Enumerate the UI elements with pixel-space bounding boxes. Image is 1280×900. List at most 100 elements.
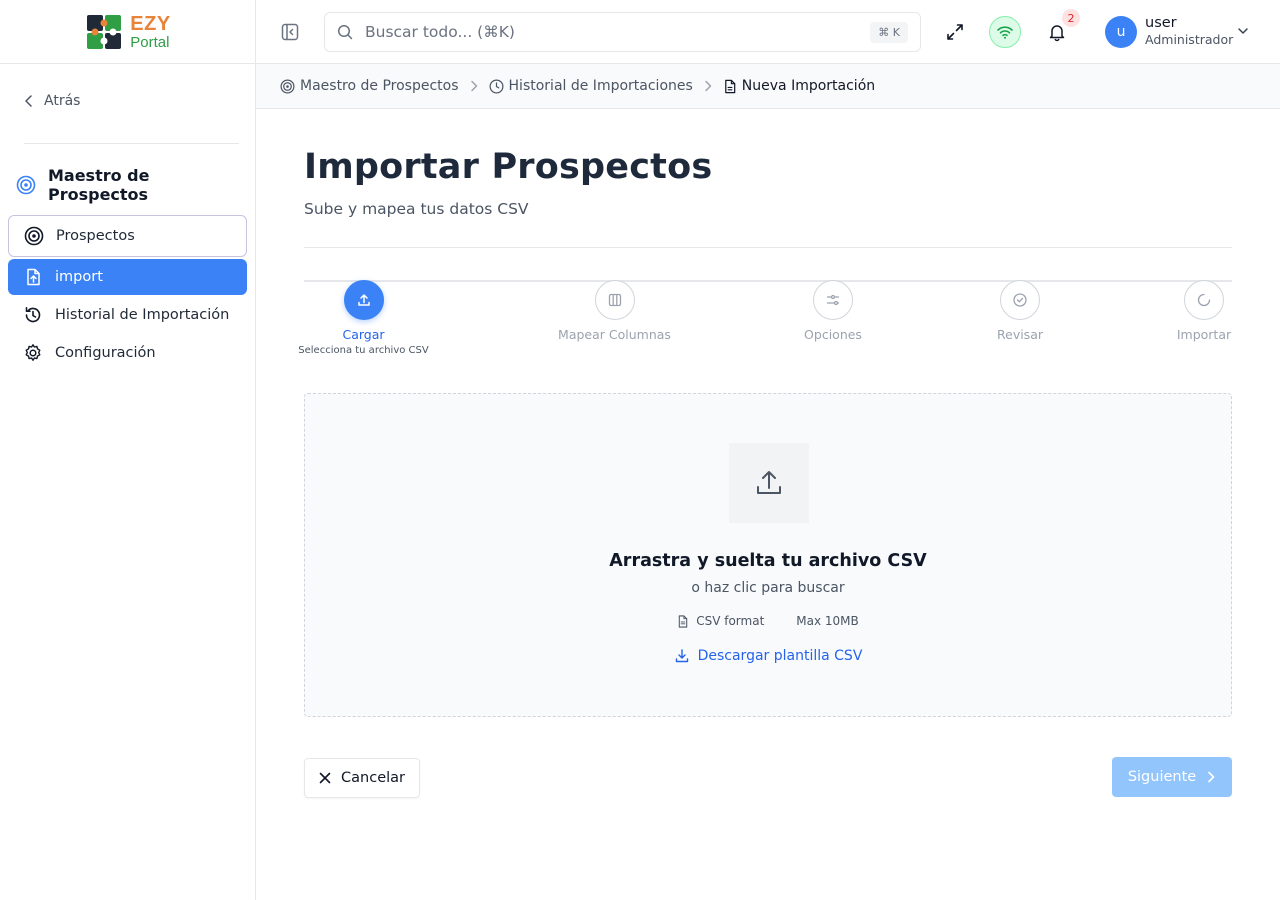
dropzone-subtitle: o haz clic para buscar — [691, 580, 845, 596]
module-title-text: Maestro de Prospectos — [47, 166, 150, 204]
step-label: Revisar — [997, 327, 1043, 342]
gear-icon — [25, 344, 41, 361]
size-label: Max 10MB — [796, 614, 859, 628]
chevron-left-icon — [25, 95, 32, 107]
history-icon — [25, 307, 41, 323]
search-icon — [337, 24, 353, 40]
chevron-down-icon[interactable] — [1236, 24, 1250, 38]
sidebar-item-label: Historial de Importación — [55, 307, 230, 323]
download-template-label: Descargar plantilla CSV — [697, 648, 863, 664]
connection-status[interactable] — [989, 16, 1021, 48]
step-mapear-columnas[interactable]: Mapear Columnas — [552, 280, 677, 342]
dropzone-title: Arrastra y suelta tu archivo CSV — [609, 551, 927, 571]
sliders-icon — [826, 294, 840, 306]
app-logo[interactable]: EZY Portal — [84, 12, 170, 52]
file-icon — [678, 614, 688, 628]
step-circle — [343, 280, 384, 320]
breadcrumb-label: Maestro de Prospectos — [300, 78, 459, 94]
sidebar-item-prospectos[interactable]: Prospectos — [8, 215, 247, 257]
logo-ezy-text: EZY — [130, 12, 171, 35]
sidebar-item-label: Prospectos — [56, 228, 135, 244]
global-search[interactable]: Buscar todo... (⌘K) ⌘ K — [324, 12, 921, 52]
back-label: Atrás — [44, 93, 81, 109]
target-icon — [280, 79, 295, 93]
wifi-icon — [997, 26, 1013, 39]
csv-dropzone[interactable]: Arrastra y suelta tu archivo CSV o haz c… — [304, 393, 1232, 717]
dropzone-icon-box — [729, 443, 809, 523]
breadcrumb-item-historial[interactable]: Historial de Importaciones — [489, 78, 693, 94]
step-circle — [1000, 280, 1040, 320]
size-info: Max 10MB — [796, 614, 858, 628]
avatar[interactable]: u — [1105, 16, 1137, 48]
upload-icon — [757, 471, 781, 494]
file-icon — [724, 79, 736, 93]
target-icon — [16, 175, 36, 195]
search-input[interactable]: Buscar todo... (⌘K) — [365, 23, 870, 41]
step-revisar[interactable]: Revisar — [992, 280, 1048, 342]
step-cargar[interactable]: Cargar Selecciona tu archivo CSV — [298, 280, 429, 356]
loader-icon — [1197, 293, 1211, 307]
breadcrumb-item-maestro[interactable]: Maestro de Prospectos — [280, 78, 459, 94]
chevron-right-icon — [703, 80, 713, 92]
chevron-right-icon — [469, 80, 479, 92]
top-header: Buscar todo... (⌘K) ⌘ K 2 u user Adminis… — [256, 0, 1280, 64]
user-menu[interactable]: user Administrador — [1145, 15, 1233, 47]
sidebar-nav: Prospectos import Historial de Importaci… — [8, 215, 247, 373]
step-label: Cargar — [342, 327, 385, 342]
header-divider — [304, 247, 1232, 248]
user-role: Administrador — [1145, 32, 1234, 48]
format-label: CSV format — [696, 614, 765, 628]
file-upload-icon — [27, 268, 40, 286]
sidebar-item-label: import — [55, 269, 103, 285]
sidebar-divider — [24, 143, 239, 144]
step-description: Selecciona tu archivo CSV — [298, 345, 429, 356]
bell-icon[interactable] — [1047, 22, 1067, 42]
cancel-label: Cancelar — [341, 770, 405, 786]
search-shortcut-badge: ⌘ K — [870, 21, 908, 43]
step-label: Mapear Columnas — [558, 327, 671, 342]
sidebar-item-label: Configuración — [55, 345, 156, 361]
next-button[interactable]: Siguiente — [1112, 757, 1232, 797]
sidebar-toggle-icon[interactable] — [280, 22, 300, 42]
dropzone-meta: CSV format Max 10MB — [305, 614, 1231, 628]
step-circle — [813, 280, 853, 320]
back-link[interactable]: Atrás — [24, 93, 80, 109]
cancel-button[interactable]: Cancelar — [304, 758, 420, 798]
step-circle — [594, 280, 635, 320]
sidebar-item-configuracion[interactable]: Configuración — [8, 335, 247, 371]
step-label: Importar — [1176, 327, 1232, 342]
download-template-link[interactable]: Descargar plantilla CSV — [305, 648, 1231, 664]
download-icon — [675, 649, 688, 663]
import-stepper: Cargar Selecciona tu archivo CSV Mapear … — [298, 280, 1232, 370]
chevron-right-icon — [1208, 771, 1215, 783]
columns-icon — [608, 293, 621, 307]
puzzle-logo-icon — [87, 14, 122, 49]
module-title: Maestro de Prospectos — [16, 166, 255, 204]
breadcrumb-label: Nueva Importación — [741, 78, 876, 94]
breadcrumb-item-current: Nueva Importación — [723, 78, 875, 94]
page-subtitle: Sube y mapea tus datos CSV — [304, 200, 529, 218]
sidebar-item-import[interactable]: import — [8, 259, 247, 295]
stepper-track — [304, 280, 1232, 282]
close-icon — [319, 772, 331, 784]
next-label: Siguiente — [1127, 769, 1197, 785]
clock-icon — [489, 79, 504, 93]
breadcrumb-label: Historial de Importaciones — [508, 78, 693, 94]
step-label: Opciones — [804, 327, 862, 342]
step-importar[interactable]: Importar — [1176, 280, 1232, 342]
notification-count-badge: 2 — [1062, 9, 1080, 27]
check-circle-icon — [1013, 293, 1027, 307]
sidebar-item-historial[interactable]: Historial de Importación — [8, 297, 247, 333]
page-title: Importar Prospectos — [304, 147, 713, 187]
sidebar: EZY Portal Atrás Maestro de Prospectos P… — [0, 0, 256, 900]
fullscreen-icon[interactable] — [945, 22, 965, 42]
logo-portal-text: Portal — [130, 33, 170, 51]
logo-area: EZY Portal — [0, 0, 255, 64]
upload-icon — [357, 294, 370, 306]
target-icon — [24, 226, 44, 246]
step-circle — [1184, 280, 1224, 320]
main-content: Importar Prospectos Sube y mapea tus dat… — [256, 109, 1280, 900]
user-name: user — [1145, 15, 1177, 31]
format-info: CSV format — [677, 614, 764, 628]
step-opciones[interactable]: Opciones — [801, 280, 865, 342]
